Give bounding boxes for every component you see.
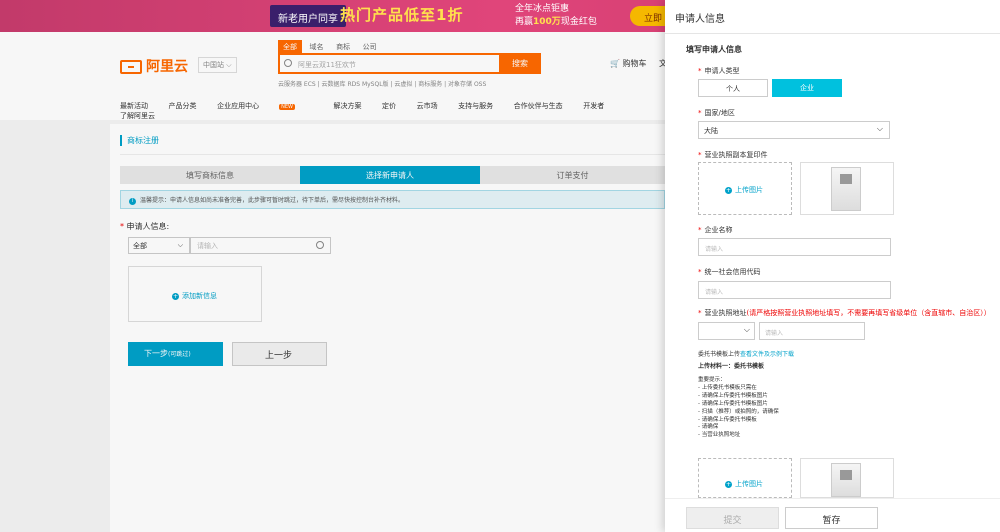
license-sample-image[interactable] (800, 162, 894, 215)
address-region-select[interactable]: ⌵ (698, 322, 755, 340)
credit-code-label: * 统一社会信用代码 (698, 268, 761, 276)
chevron-down-icon: ⌵ (743, 325, 750, 334)
attorney-upload[interactable]: + 上传图片 (698, 458, 792, 498)
material-label: 上传材料一：委托书模板 (698, 363, 765, 370)
chevron-down-icon: ⌵ (876, 124, 883, 133)
license-label: * 营业执照副本复印件 (698, 151, 768, 159)
address-input[interactable]: 请输入 (759, 322, 865, 340)
attorney-sample-image[interactable] (800, 458, 894, 498)
plus-icon: + (725, 186, 732, 194)
company-name-input[interactable]: 请输入 (698, 238, 891, 256)
country-label: * 国家/地区 (698, 109, 735, 117)
country-select[interactable]: 大陆 ⌵ (698, 121, 890, 139)
credit-code-input[interactable]: 请输入 (698, 281, 891, 299)
attorney-template-text: 委托书模板上传查看文件及示例下载 (698, 351, 795, 358)
section-title: 填写申请人信息 (686, 45, 742, 54)
type-personal-option[interactable]: 个人 (698, 79, 768, 97)
banner-subtext: 全年冰点钜惠 再赢100万现金红包 (515, 4, 597, 27)
company-name-label: * 企业名称 (698, 226, 733, 234)
important-notes: 重要提示： - 上传委托书模板只需在 - 请确保上传委托书模板图片 - 请确保上… (698, 377, 779, 439)
license-upload[interactable]: + 上传图片 (698, 162, 792, 215)
applicant-drawer: 申请人信息 填写申请人信息 * 申请人类型 个人 企业 * 国家/地区 大陆 ⌵ * 营… (665, 0, 1000, 532)
banner-prefix: 新老用户同享 (270, 5, 346, 27)
type-company-option[interactable]: 企业 (772, 79, 842, 97)
divider (665, 33, 1000, 34)
banner-headline: 热门产品低至1折 (340, 6, 464, 24)
type-label: * 申请人类型 (698, 67, 740, 75)
modal-overlay[interactable] (0, 32, 665, 532)
submit-button[interactable]: 提交 (686, 507, 779, 529)
save-draft-button[interactable]: 暂存 (785, 507, 878, 529)
drawer-footer: 提交 暂存 (665, 498, 1000, 532)
sample-download-link[interactable]: 查看文件及示例下载 (740, 351, 794, 358)
plus-icon: + (725, 480, 732, 488)
drawer-title: 申请人信息 (675, 14, 725, 25)
address-label: * 营业执照地址(请严格按照营业执照地址填写，不需要再填写省级单位（含直辖市、自治… (698, 309, 991, 317)
